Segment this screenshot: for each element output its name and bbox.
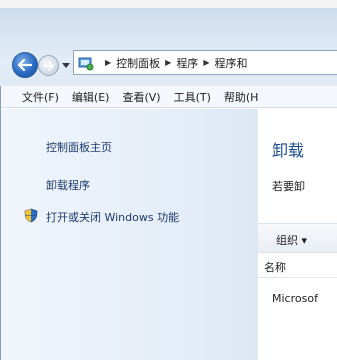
window-left-border [0, 86, 1, 360]
forward-arrow-icon [43, 60, 54, 71]
nav-link-control-panel-home[interactable]: 控制面板主页 [46, 139, 112, 155]
menu-tools[interactable]: 工具(T) [174, 89, 211, 105]
command-bar: 组织 ▾ [258, 223, 337, 253]
organize-button[interactable]: 组织 ▾ [276, 232, 307, 248]
program-name: Microsof [272, 292, 318, 305]
content-pane: 卸载 若要卸 组织 ▾ 名称 Microsof [257, 109, 337, 360]
page-description: 若要卸 [272, 180, 305, 193]
page-title: 卸载 [272, 141, 305, 160]
recent-pages-dropdown[interactable] [62, 63, 70, 68]
column-header: 名称 [258, 254, 337, 278]
breadcrumb-separator[interactable]: ▶ [203, 58, 209, 67]
menu-bar: 文件(F) 编辑(E) 查看(V) 工具(T) 帮助(H [0, 86, 337, 108]
breadcrumb-programs-and-features[interactable]: 程序和 [214, 55, 247, 71]
back-button[interactable] [12, 52, 38, 78]
control-panel-icon [78, 55, 94, 71]
back-arrow-icon [18, 59, 32, 71]
program-list-item[interactable]: Microsof [258, 287, 337, 311]
menu-help[interactable]: 帮助(H [224, 89, 259, 105]
breadcrumb-control-panel[interactable]: 控制面板 [116, 55, 160, 71]
breadcrumb-programs[interactable]: 程序 [176, 55, 198, 71]
nav-link-uninstall-program[interactable]: 卸载程序 [46, 177, 90, 193]
breadcrumb-separator[interactable]: ▶ [105, 58, 111, 67]
uac-shield-icon [24, 208, 38, 223]
navigation-pane: 控制面板主页 卸载程序 打开或关闭 Windows 功能 [0, 109, 257, 360]
nav-link-windows-features[interactable]: 打开或关闭 Windows 功能 [46, 209, 179, 225]
column-header-name[interactable]: 名称 [264, 259, 286, 275]
forward-button[interactable] [38, 55, 59, 76]
menu-edit[interactable]: 编辑(E) [72, 89, 110, 105]
menu-file[interactable]: 文件(F) [22, 89, 59, 105]
breadcrumb-separator[interactable]: ▶ [165, 58, 171, 67]
explorer-window: ▶ 控制面板 ▶ 程序 ▶ 程序和 文件(F) 编辑(E) 查看(V) 工具(T… [0, 0, 337, 360]
address-bar[interactable]: ▶ 控制面板 ▶ 程序 ▶ 程序和 [73, 50, 337, 75]
menu-view[interactable]: 查看(V) [122, 89, 160, 105]
window-top-edge [0, 0, 337, 8]
